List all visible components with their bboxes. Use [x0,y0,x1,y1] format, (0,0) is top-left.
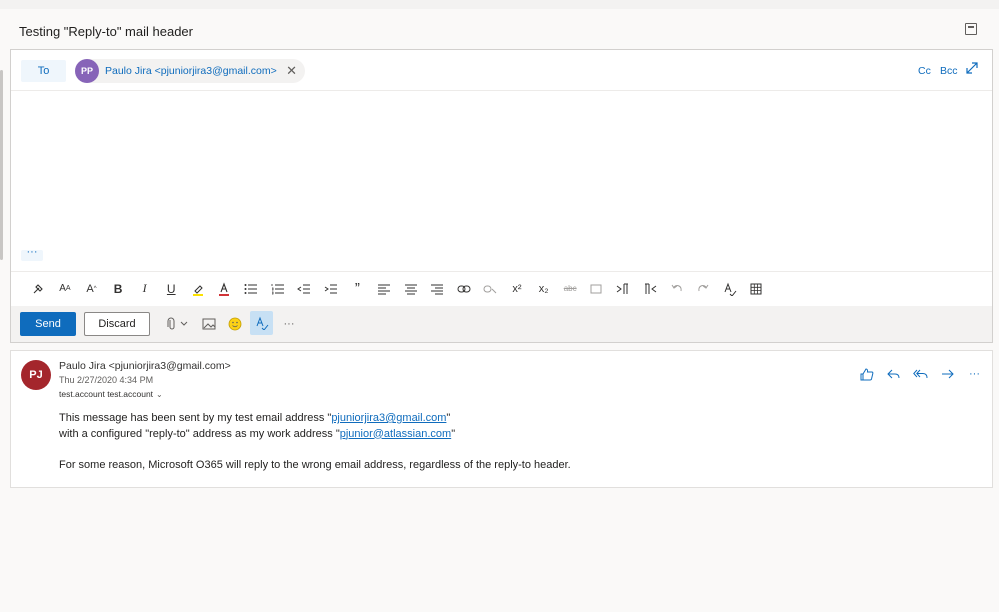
to-row: To PP Paulo Jira <pjuniorjira3@gmail.com… [11,50,992,91]
message-more-button[interactable]: ··· [961,368,988,380]
decrease-indent-icon[interactable] [291,277,318,301]
remove-recipient-icon[interactable]: ✕ [286,63,297,79]
discard-button[interactable]: Discard [84,312,150,336]
body-line-2: with a configured "reply-to" address as … [59,427,571,443]
underline-button[interactable]: U [158,277,185,301]
quote-button[interactable]: ” [344,277,371,301]
rtl-icon[interactable] [637,277,664,301]
body-line-1-end: " [446,412,451,424]
compose-subject[interactable]: Testing "Reply-to" mail header [19,24,193,39]
body-line-3: For some reason, Microsoft O365 will rep… [59,458,571,471]
send-button[interactable]: Send [20,312,76,336]
insert-link-icon[interactable] [451,277,478,301]
italic-button[interactable]: I [131,277,158,301]
body-line-1: This message has been sent by my test em… [59,411,571,427]
superscript-button[interactable]: x² [504,277,531,301]
top-strip [0,0,999,9]
subscript-button[interactable]: x₂ [530,277,557,301]
highlight-icon[interactable] [185,277,212,301]
undo-icon[interactable] [663,277,690,301]
left-scrollbar[interactable] [0,70,3,260]
message-body: This message has been sent by my test em… [59,411,571,473]
cc-button[interactable]: Cc [918,65,931,77]
insert-picture-icon[interactable] [199,314,219,334]
more-options-button[interactable]: ··· [279,314,299,334]
grow-font-icon[interactable]: A ^ [78,277,105,301]
align-left-icon[interactable] [371,277,398,301]
bold-button[interactable]: B [105,277,132,301]
spelling-icon[interactable] [716,277,743,301]
recipient-name[interactable]: Paulo Jira <pjuniorjira3@gmail.com> [105,65,277,77]
recipient-chip[interactable]: PP Paulo Jira <pjuniorjira3@gmail.com> ✕ [75,59,305,83]
reply-all-icon[interactable] [907,368,934,380]
sender-name[interactable]: Paulo Jira <pjuniorjira3@gmail.com> [59,360,231,372]
to-button[interactable]: To [21,60,66,82]
increase-indent-icon[interactable] [318,277,345,301]
body-line-2-end: " [451,427,456,440]
message-body-editor[interactable] [11,92,992,268]
bullets-icon[interactable] [238,277,265,301]
show-quoted-text-button[interactable]: ··· [21,247,43,261]
clear-formatting-icon[interactable] [583,277,610,301]
like-icon[interactable] [853,367,880,381]
chevron-down-icon[interactable]: ⌄ [156,390,163,399]
message-recipients[interactable]: test.account test.account ⌄ [59,389,163,399]
popout-icon[interactable] [965,23,977,35]
recipient-avatar: PP [75,59,99,83]
recipients-text: test.account test.account [59,389,154,399]
message-actions: ··· [853,364,988,384]
action-bar: Send Discard ··· [11,306,992,342]
reply-icon[interactable] [880,368,907,380]
format-painter-icon[interactable] [25,277,52,301]
remove-link-icon[interactable] [477,277,504,301]
ltr-icon[interactable] [610,277,637,301]
sender-avatar[interactable]: PJ [21,360,51,390]
format-toolbar: AA A ^ B I U ” x² x₂ abc [11,271,992,305]
message-card: PJ Paulo Jira <pjuniorjira3@gmail.com> T… [10,350,993,488]
numbering-icon[interactable] [264,277,291,301]
redo-icon[interactable] [690,277,717,301]
expand-icon[interactable] [965,61,979,75]
attach-icon[interactable] [162,314,192,334]
align-right-icon[interactable] [424,277,451,301]
editor-icon[interactable] [250,311,273,335]
compose-panel: To PP Paulo Jira <pjuniorjira3@gmail.com… [10,49,993,343]
body-line-1-text: This message has been sent by my test em… [59,412,332,424]
forward-icon[interactable] [934,368,961,380]
emoji-icon[interactable] [225,314,245,334]
insert-table-icon[interactable] [743,277,770,301]
align-center-icon[interactable] [397,277,424,301]
bcc-button[interactable]: Bcc [940,65,958,77]
strikethrough-button[interactable]: abc [557,277,584,301]
message-date: Thu 2/27/2020 4:34 PM [59,375,154,385]
font-size-icon[interactable]: AA [52,277,79,301]
gmail-link[interactable]: pjuniorjira3@gmail.com [331,412,446,424]
font-color-icon[interactable] [211,277,238,301]
body-line-2-text: with a configured "reply-to" address as … [59,427,340,440]
atlassian-link[interactable]: pjunior@atlassian.com [340,428,451,440]
